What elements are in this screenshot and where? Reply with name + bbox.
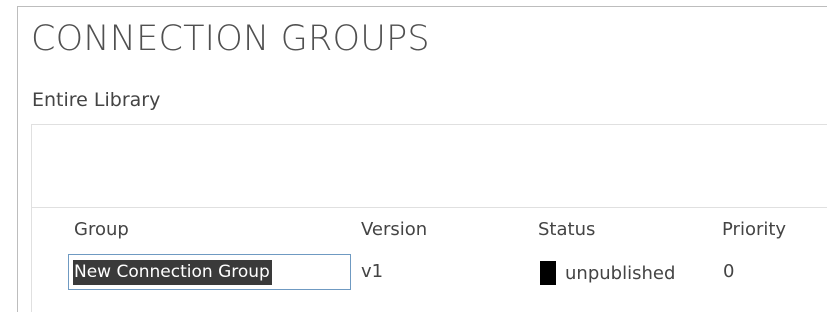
group-name-selected-text[interactable]: New Connection Group	[73, 260, 272, 285]
panel-divider	[31, 207, 827, 208]
priority-cell: 0	[723, 261, 735, 282]
status-square-icon	[540, 261, 556, 285]
status-cell: unpublished	[540, 261, 675, 285]
library-scope-label[interactable]: Entire Library	[32, 89, 160, 111]
column-header-priority[interactable]: Priority	[722, 219, 786, 240]
group-name-input[interactable]: New Connection Group	[68, 254, 351, 290]
column-header-status[interactable]: Status	[538, 219, 595, 240]
column-header-group[interactable]: Group	[74, 219, 129, 240]
version-cell: v1	[361, 261, 384, 282]
status-text: unpublished	[565, 262, 676, 284]
page-title: CONNECTION GROUPS	[31, 19, 430, 59]
column-header-version[interactable]: Version	[361, 219, 427, 240]
